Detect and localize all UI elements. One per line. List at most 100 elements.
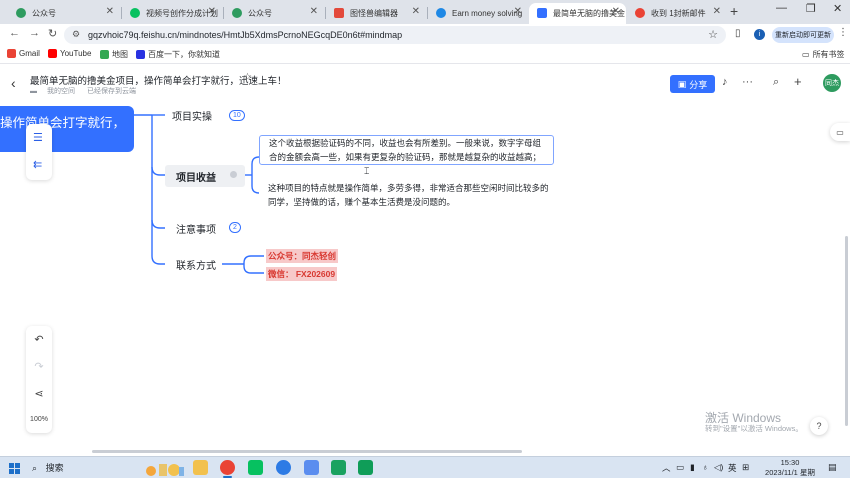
- sidepanel-icon[interactable]: ▯: [735, 28, 741, 39]
- share-icon: ▣: [677, 78, 687, 89]
- doc-location: ▬ 我的空间 已经保存到云端: [30, 86, 146, 96]
- profile-icon[interactable]: i: [754, 29, 765, 40]
- browser-tab-active[interactable]: 最简单无脑的撸美金 ✕: [529, 3, 626, 24]
- windows-start-icon[interactable]: [9, 463, 20, 474]
- notifications-icon[interactable]: ▤: [828, 462, 837, 473]
- close-tab-icon[interactable]: ✕: [106, 6, 114, 17]
- layout-icon[interactable]: ⋖: [26, 387, 52, 400]
- mouse-cursor-icon: ⌶: [364, 166, 370, 176]
- browser-tab[interactable]: 公众号 ✕: [224, 3, 324, 24]
- vertical-scrollbar[interactable]: [845, 236, 848, 426]
- battery-icon[interactable]: ▮: [690, 462, 695, 473]
- close-window-icon[interactable]: ✕: [833, 2, 842, 15]
- share-button[interactable]: ▣ 分享: [670, 75, 715, 93]
- tab-title: 收到 1封新邮件: [651, 9, 706, 18]
- wechat-icon[interactable]: [248, 460, 263, 475]
- forward-arrow-icon[interactable]: →: [29, 27, 40, 39]
- bookmark-gmail[interactable]: Gmail: [7, 49, 40, 58]
- browser-tab[interactable]: 视频号创作分成计划 ✕: [122, 3, 222, 24]
- new-tab-icon[interactable]: +: [730, 3, 738, 19]
- node-project-income[interactable]: 项目收益: [176, 169, 216, 184]
- collapsed-count-badge[interactable]: 10: [229, 110, 245, 121]
- close-tab-icon[interactable]: ✕: [310, 6, 318, 17]
- wechat-favicon-icon: [232, 8, 242, 18]
- browser-tab[interactable]: 图怪兽编辑器 ✕: [326, 3, 426, 24]
- volume-icon[interactable]: ◁): [714, 462, 723, 473]
- undo-icon[interactable]: ↶: [26, 333, 52, 346]
- income-text-1[interactable]: 这个收益根据验证码的不同，收益也会有所差别。一般来说，数字字母组合的金额会高一些…: [259, 135, 554, 165]
- browser-tab[interactable]: Earn money solving ✕: [428, 3, 528, 24]
- bookmark-star-icon[interactable]: ☆: [708, 28, 718, 41]
- back-chevron-icon[interactable]: ‹: [11, 75, 16, 91]
- zoom-toolbar: ↶ ↷ ⋖ 100%: [26, 326, 52, 433]
- editor-favicon-icon: [334, 8, 344, 18]
- comments-icon[interactable]: ▭: [830, 123, 850, 141]
- microphone-icon[interactable]: ♁: [702, 462, 708, 472]
- all-bookmarks[interactable]: ▭ 所有书签: [802, 49, 845, 60]
- url-text: gqzvhoic79q.feishu.cn/mindnotes/HmtJb5Xd…: [88, 30, 403, 40]
- browser-tab-strip: 公众号 ✕ 视频号创作分成计划 ✕ 公众号 ✕ 图怪兽编辑器 ✕ Earn mo…: [0, 0, 850, 24]
- browser-tab[interactable]: 收到 1封新邮件 ✕: [627, 3, 727, 24]
- outline-list-icon[interactable]: ☰: [33, 131, 43, 144]
- video-favicon-icon: [130, 8, 140, 18]
- root-node[interactable]: 操作简单会打字就行，: [0, 106, 134, 152]
- reload-icon[interactable]: ↻: [48, 27, 57, 40]
- collapse-outline-icon[interactable]: ⇇: [33, 158, 42, 171]
- collapse-dot-icon[interactable]: [230, 171, 237, 178]
- mindmap-canvas[interactable]: 操作简单会打字就行， ☰ ⇇ 项目实操 10 项目收益 这个收益根据验证码的不同…: [0, 101, 850, 456]
- close-tab-icon[interactable]: ✕: [612, 6, 620, 17]
- sheets-app-icon[interactable]: [358, 460, 373, 475]
- bookmark-baidu[interactable]: 百度一下，你就知道: [136, 49, 220, 60]
- zoom-level[interactable]: 100%: [26, 416, 52, 423]
- contact-public-account[interactable]: 公众号：同杰轻创: [266, 249, 339, 263]
- browser-menu-icon[interactable]: ⋮: [838, 27, 848, 38]
- favorite-star-icon[interactable]: ☆: [243, 72, 252, 83]
- search-icon: ⌕: [32, 463, 38, 473]
- node-contact[interactable]: 联系方式: [176, 257, 216, 272]
- taskbar-clock[interactable]: 15:30 2023/11/1 星期三: [762, 458, 818, 478]
- tray-overflow-icon[interactable]: ︿: [662, 462, 671, 474]
- redo-icon[interactable]: ↷: [26, 360, 52, 373]
- app-blue-icon[interactable]: [276, 460, 291, 475]
- add-icon[interactable]: +: [794, 74, 802, 89]
- browser-tab[interactable]: 公众号 ✕: [8, 3, 120, 24]
- income-text-2[interactable]: 这种项目的特点就是操作简单，多劳多得，非常适合那些空闲时间比较多的同学，坚持做的…: [268, 181, 553, 209]
- taskbar-search[interactable]: ⌕ 搜索: [32, 461, 64, 474]
- collapsed-count-badge[interactable]: 2: [229, 222, 241, 233]
- chrome-icon[interactable]: [220, 460, 235, 478]
- node-notes[interactable]: 注意事项: [176, 221, 216, 236]
- close-tab-icon[interactable]: ✕: [412, 6, 420, 17]
- outline-toolbar: ☰ ⇇: [26, 124, 52, 180]
- address-bar[interactable]: ⚙ gqzvhoic79q.feishu.cn/mindnotes/HmtJb5…: [64, 26, 726, 44]
- browser-toolbar: ← → ↻ ⚙ gqzvhoic79q.feishu.cn/mindnotes/…: [0, 24, 850, 46]
- green-app-icon[interactable]: [331, 460, 346, 475]
- back-arrow-icon[interactable]: ←: [9, 27, 20, 39]
- folder-icon: ▬: [30, 88, 37, 95]
- file-explorer-icon[interactable]: [193, 460, 208, 475]
- node-project-practice[interactable]: 项目实操: [172, 108, 212, 123]
- site-info-icon[interactable]: ⚙: [72, 29, 80, 40]
- close-tab-icon[interactable]: ✕: [208, 6, 216, 17]
- avatar[interactable]: 同杰: [823, 74, 841, 92]
- close-tab-icon[interactable]: ✕: [713, 6, 721, 17]
- close-tab-icon[interactable]: ✕: [514, 6, 522, 17]
- ime-mode-icon[interactable]: ⊞: [742, 462, 749, 473]
- restart-update-button[interactable]: 重新启动即可更新: [772, 27, 834, 43]
- folder-icon: ▭: [802, 50, 810, 59]
- contact-wechat[interactable]: 微信： FX202609: [266, 267, 338, 281]
- search-icon[interactable]: ⌕: [773, 76, 779, 89]
- network-icon[interactable]: ▭: [676, 462, 684, 473]
- help-icon[interactable]: ?: [810, 417, 828, 435]
- ime-indicator[interactable]: 英: [728, 462, 737, 474]
- notes-app-icon[interactable]: [304, 460, 319, 475]
- more-icon[interactable]: ···: [742, 76, 753, 88]
- horizontal-scrollbar[interactable]: [92, 450, 522, 453]
- bookmark-youtube[interactable]: YouTube: [48, 49, 91, 58]
- bell-icon[interactable]: ♪: [722, 76, 728, 88]
- bookmark-maps[interactable]: 地图: [100, 49, 128, 60]
- restore-icon[interactable]: ❐: [806, 2, 816, 15]
- doc-header: ‹ 最简单无脑的撸美金项目，操作简单会打字就行，迅速上车！ ☆ ▬ 我的空间 已经…: [0, 65, 850, 101]
- tab-title: 公众号: [32, 9, 56, 18]
- space-link[interactable]: 我的空间: [47, 88, 75, 95]
- minimize-icon[interactable]: —: [776, 2, 787, 14]
